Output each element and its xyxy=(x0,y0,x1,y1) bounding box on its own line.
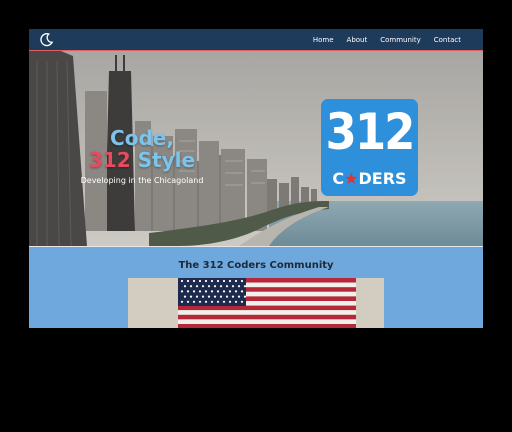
logo-wordmark-post: DERS xyxy=(358,169,407,188)
hero-headline: Code, 312 Style xyxy=(29,127,255,171)
headline-line1: Code, xyxy=(110,126,174,150)
nav-link-about[interactable]: About xyxy=(347,36,368,44)
moon-icon[interactable] xyxy=(39,32,54,47)
nav-links: Home About Community Contact xyxy=(313,29,461,50)
top-navbar: Home About Community Contact xyxy=(29,29,483,51)
headline-number: 312 xyxy=(88,148,131,172)
hero-banner: Code, 312 Style Developing in the Chicag… xyxy=(29,51,483,247)
hero-tagline: Developing in the Chicagoland xyxy=(80,176,204,185)
chicago-star-icon: ★ xyxy=(344,169,359,188)
nav-link-home[interactable]: Home xyxy=(313,36,334,44)
american-flag-image xyxy=(128,278,384,328)
headline-line2: 312 Style xyxy=(29,149,255,171)
312-coders-logo: 312 C★DERS xyxy=(321,99,418,196)
community-section-title: The 312 Coders Community xyxy=(178,260,334,271)
nav-link-community[interactable]: Community xyxy=(380,36,421,44)
nav-link-contact[interactable]: Contact xyxy=(434,36,461,44)
logo-number: 312 xyxy=(325,103,416,161)
logo-wordmark-pre: C xyxy=(332,169,345,188)
headline-style-word: Style xyxy=(137,148,196,172)
page-frame: Home About Community Contact Code, 312 S… xyxy=(29,29,483,328)
logo-wordmark: C★DERS xyxy=(321,169,418,188)
